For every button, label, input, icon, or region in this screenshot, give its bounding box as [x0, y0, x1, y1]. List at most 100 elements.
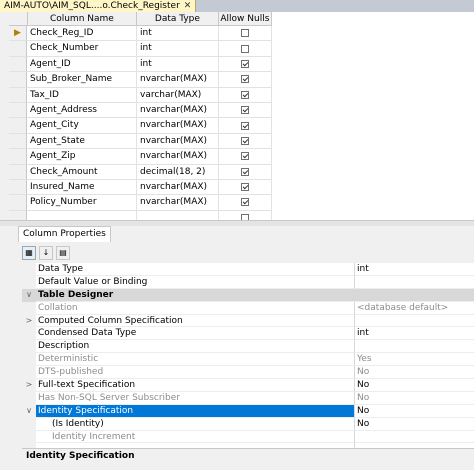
property-value[interactable]	[354, 314, 474, 328]
allow-nulls-checkbox[interactable]	[241, 198, 249, 207]
property-row[interactable]: Identity Increment	[22, 430, 474, 444]
row-selector[interactable]	[9, 72, 27, 88]
property-value[interactable]: No	[354, 379, 474, 392]
allow-nulls-checkbox[interactable]	[241, 59, 249, 68]
property-value[interactable]: <database default>	[354, 301, 474, 315]
data-type-cell[interactable]: int	[137, 41, 219, 57]
row-selector[interactable]	[9, 179, 27, 196]
property-value[interactable]	[354, 275, 474, 289]
row-selector[interactable]	[9, 133, 27, 150]
data-type-cell[interactable]: nvarchar(MAX)	[137, 149, 219, 165]
column-name-cell[interactable]: Policy_Number	[27, 195, 137, 211]
property-row[interactable]: > Computed Column Specification	[22, 314, 474, 328]
allow-nulls-checkbox[interactable]	[241, 167, 249, 176]
allow-nulls-checkbox[interactable]	[241, 152, 249, 161]
column-name-cell[interactable]: Check_Amount	[27, 164, 137, 180]
property-row[interactable]: (Is Identity) No	[22, 417, 474, 431]
data-type-cell[interactable]: nvarchar(MAX)	[137, 179, 219, 196]
tab-column-properties[interactable]: Column Properties	[18, 226, 111, 242]
allow-nulls-checkbox[interactable]	[241, 90, 249, 99]
property-row[interactable]: Collation <database default>	[22, 301, 474, 315]
expand-toggle[interactable]: ∨	[22, 288, 36, 302]
data-type-cell[interactable]: nvarchar(MAX)	[137, 195, 219, 211]
property-pages-icon[interactable]: ▤	[56, 246, 70, 260]
data-type-cell[interactable]: nvarchar(MAX)	[137, 133, 219, 150]
property-row[interactable]: DTS-published No	[22, 366, 474, 380]
categorized-icon[interactable]: ▦	[22, 246, 36, 260]
row-selector[interactable]	[9, 87, 27, 103]
table-row[interactable]: Agent_City nvarchar(MAX)	[9, 118, 272, 134]
data-type-cell[interactable]: int	[137, 26, 219, 42]
row-selector[interactable]	[9, 56, 27, 73]
close-icon[interactable]: ✕	[184, 1, 192, 11]
primary-key-icon[interactable]: ▶	[9, 26, 27, 42]
column-name-cell[interactable]: Agent_Zip	[27, 149, 137, 165]
table-row[interactable]: ▶ Check_Reg_ID int	[9, 26, 272, 42]
property-row[interactable]: ∨ Identity Specification No	[22, 404, 474, 418]
property-row[interactable]: Default Value or Binding	[22, 275, 474, 289]
property-value[interactable]: int	[354, 263, 474, 276]
column-name-cell[interactable]: Check_Number	[27, 41, 137, 57]
row-selector[interactable]	[9, 164, 27, 180]
data-type-cell[interactable]: nvarchar(MAX)	[137, 102, 219, 119]
table-row[interactable]: Agent_Zip nvarchar(MAX)	[9, 149, 272, 165]
column-name-cell[interactable]: Agent_City	[27, 118, 137, 134]
row-selector[interactable]	[9, 149, 27, 165]
expand-toggle[interactable]: >	[22, 315, 36, 328]
property-value[interactable]	[354, 340, 474, 354]
column-name-cell[interactable]: Agent_State	[27, 133, 137, 150]
allow-nulls-checkbox[interactable]	[241, 106, 249, 115]
row-selector[interactable]	[9, 102, 27, 119]
expand-toggle[interactable]: >	[22, 379, 36, 392]
header-column-name[interactable]: Column Name	[27, 12, 138, 26]
property-row[interactable]: Deterministic Yes	[22, 353, 474, 367]
table-row[interactable]: Agent_Address nvarchar(MAX)	[9, 102, 272, 119]
data-type-cell[interactable]: decimal(18, 2)	[137, 164, 219, 180]
row-selector[interactable]	[9, 195, 27, 211]
column-name-cell[interactable]: Sub_Broker_Name	[27, 72, 137, 88]
table-row[interactable]: Check_Amount decimal(18, 2)	[9, 164, 272, 180]
allow-nulls-checkbox[interactable]	[241, 183, 249, 192]
property-value[interactable]: int	[354, 327, 474, 341]
property-value[interactable]: No	[354, 404, 474, 418]
property-row[interactable]: Has Non-SQL Server Subscriber No	[22, 391, 474, 405]
data-type-cell[interactable]: int	[137, 56, 219, 73]
row-selector[interactable]	[9, 118, 27, 134]
table-row[interactable]: Agent_ID int	[9, 56, 272, 73]
property-value[interactable]: Yes	[354, 353, 474, 367]
allow-nulls-checkbox[interactable]	[241, 75, 249, 84]
data-type-cell[interactable]: varchar(MAX)	[137, 87, 219, 103]
header-data-type[interactable]: Data Type	[137, 12, 219, 26]
property-value[interactable]: No	[354, 366, 474, 380]
table-row[interactable]: Check_Number int	[9, 41, 272, 57]
table-row[interactable]: Policy_Number nvarchar(MAX)	[9, 195, 272, 211]
data-type-cell[interactable]: nvarchar(MAX)	[137, 118, 219, 134]
property-value[interactable]	[354, 288, 474, 302]
document-tab[interactable]: AIM-AUTO\AIM_SQL....o.Check_Register ✕	[0, 0, 197, 12]
property-row[interactable]: Description	[22, 340, 474, 354]
table-row[interactable]: Agent_State nvarchar(MAX)	[9, 133, 272, 150]
table-row[interactable]: Sub_Broker_Name nvarchar(MAX)	[9, 72, 272, 88]
table-row[interactable]: Insured_Name nvarchar(MAX)	[9, 179, 272, 196]
column-name-cell[interactable]: Insured_Name	[27, 179, 137, 196]
property-row[interactable]: ∨ Table Designer	[22, 288, 474, 302]
allow-nulls-checkbox[interactable]	[241, 29, 249, 38]
row-selector[interactable]	[9, 41, 27, 57]
data-type-cell[interactable]: nvarchar(MAX)	[137, 72, 219, 88]
property-row[interactable]: > Full-text Specification No	[22, 379, 474, 392]
column-name-cell[interactable]: Tax_ID	[27, 87, 137, 103]
allow-nulls-checkbox[interactable]	[241, 136, 249, 145]
header-allow-nulls[interactable]: Allow Nulls	[218, 12, 272, 26]
expand-toggle[interactable]: ∨	[22, 405, 36, 418]
property-row[interactable]: Data Type int	[22, 263, 474, 276]
column-name-cell[interactable]: Check_Reg_ID	[27, 26, 137, 42]
property-value[interactable]: No	[354, 391, 474, 405]
alphabetical-sort-icon[interactable]: ↓	[39, 246, 53, 260]
allow-nulls-checkbox[interactable]	[241, 121, 249, 130]
property-row[interactable]: Condensed Data Type int	[22, 327, 474, 341]
property-value[interactable]: No	[354, 417, 474, 431]
column-name-cell[interactable]: Agent_Address	[27, 102, 137, 119]
property-value[interactable]	[354, 430, 474, 444]
table-row[interactable]: Tax_ID varchar(MAX)	[9, 87, 272, 103]
allow-nulls-checkbox[interactable]	[241, 44, 249, 53]
